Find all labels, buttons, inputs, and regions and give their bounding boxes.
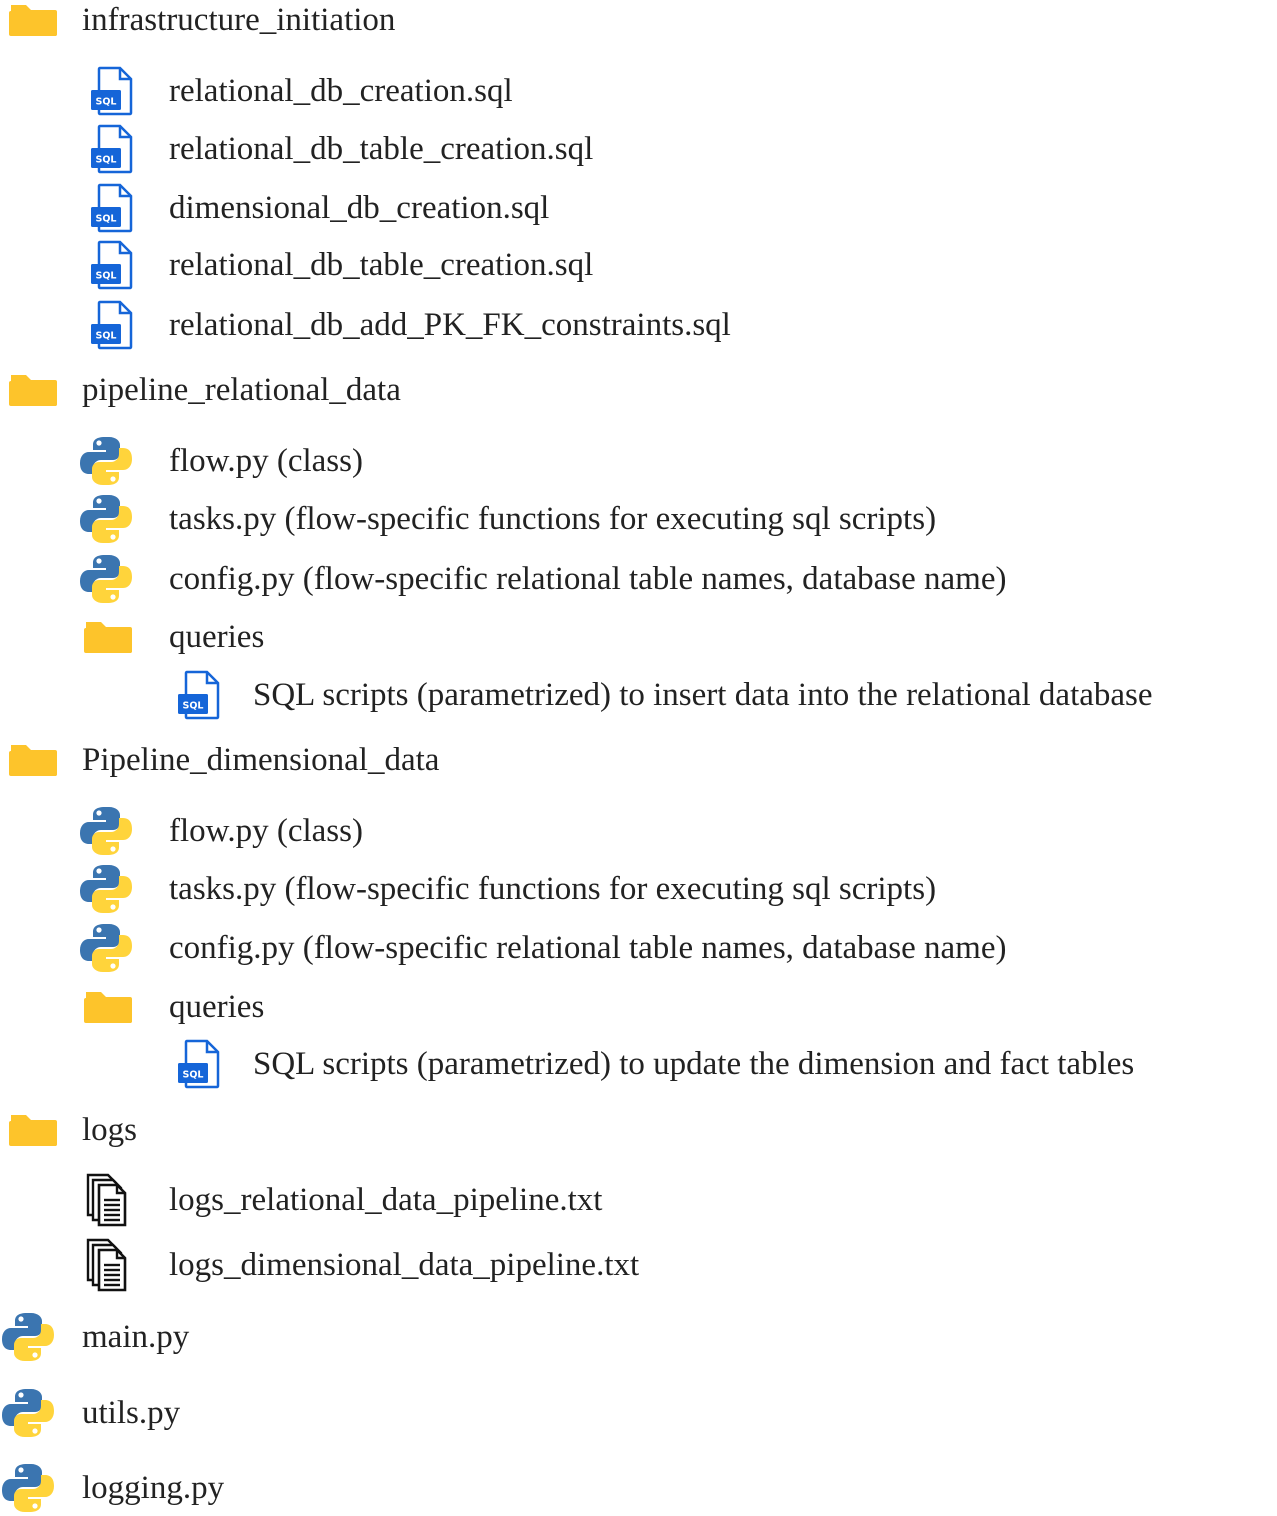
sql-file-icon: SQL [86,63,142,119]
file-name: SQL scripts (parametrized) to update the… [253,1046,1135,1082]
folder-icon [5,362,61,418]
folder-name: Pipeline_dimensional_data [82,742,440,778]
python-file-icon [0,1385,56,1441]
sql-file-icon: SQL [86,237,142,293]
tree-file-row: flow.py (class) [0,433,1277,489]
folder-name: pipeline_relational_data [82,372,401,408]
sql-file-icon: SQL [86,180,142,236]
sql-file-icon: SQL [173,667,229,723]
tree-file-row: SQL relational_db_creation.sql [0,63,1277,119]
python-file-icon [0,1309,56,1365]
file-name: tasks.py (flow-specific functions for ex… [169,501,937,537]
svg-text:SQL: SQL [96,331,117,342]
tree-file-row: logs_dimensional_data_pipeline.txt [0,1237,1277,1293]
svg-text:SQL: SQL [96,155,117,166]
tree-file-row: tasks.py (flow-specific functions for ex… [0,491,1277,547]
svg-text:SQL: SQL [96,271,117,282]
python-file-icon [78,433,134,489]
python-file-icon [78,920,134,976]
tree-folder-row: logs [0,1102,1277,1158]
tree-file-row: SQL relational_db_add_PK_FK_constraints.… [0,297,1277,353]
tree-file-row: SQL dimensional_db_creation.sql [0,180,1277,236]
folder-icon [80,609,136,665]
file-name: logs_dimensional_data_pipeline.txt [169,1247,640,1283]
tree-file-row: tasks.py (flow-specific functions for ex… [0,861,1277,917]
file-name: flow.py (class) [169,813,363,849]
svg-text:SQL: SQL [96,97,117,108]
sql-file-icon: SQL [173,1036,229,1092]
file-name: logging.py [82,1470,225,1506]
svg-text:SQL: SQL [183,701,204,712]
tree-file-row: main.py [0,1309,1277,1365]
folder-name: queries [169,619,265,655]
folder-icon [5,732,61,788]
file-name: config.py (flow-specific relational tabl… [169,561,1007,597]
tree-folder-row: queries [0,979,1277,1035]
file-name: SQL scripts (parametrized) to insert dat… [253,677,1153,713]
file-name: utils.py [82,1395,181,1431]
sql-file-icon: SQL [86,121,142,177]
python-file-icon [78,861,134,917]
python-file-icon [78,803,134,859]
folder-name: logs [82,1112,138,1148]
file-name: relational_db_creation.sql [169,73,513,109]
tree-file-row: logs_relational_data_pipeline.txt [0,1172,1277,1228]
tree-file-row: SQL SQL scripts (parametrized) to insert… [0,667,1277,723]
file-name: dimensional_db_creation.sql [169,190,550,226]
tree-folder-row: queries [0,609,1277,665]
file-name: config.py (flow-specific relational tabl… [169,930,1007,966]
file-name: relational_db_table_creation.sql [169,247,594,283]
tree-folder-row: Pipeline_dimensional_data [0,732,1277,788]
folder-icon [5,1102,61,1158]
folder-icon [5,0,61,48]
tree-file-row: SQL relational_db_table_creation.sql [0,237,1277,293]
sql-file-icon: SQL [86,297,142,353]
python-file-icon [78,491,134,547]
file-name: relational_db_table_creation.sql [169,131,594,167]
python-file-icon [78,551,134,607]
svg-text:SQL: SQL [96,214,117,225]
folder-name: infrastructure_initiation [82,2,396,38]
tree-folder-row: pipeline_relational_data [0,362,1277,418]
folder-name: queries [169,989,265,1025]
file-name: flow.py (class) [169,443,363,479]
tree-file-row: utils.py [0,1385,1277,1441]
file-name: main.py [82,1319,190,1355]
tree-file-row: SQL SQL scripts (parametrized) to update… [0,1036,1277,1092]
tree-file-row: SQL relational_db_table_creation.sql [0,121,1277,177]
tree-file-row: config.py (flow-specific relational tabl… [0,920,1277,976]
tree-file-row: config.py (flow-specific relational tabl… [0,551,1277,607]
svg-text:SQL: SQL [183,1070,204,1081]
file-name: tasks.py (flow-specific functions for ex… [169,871,937,907]
file-name: relational_db_add_PK_FK_constraints.sql [169,307,731,343]
tree-file-row: flow.py (class) [0,803,1277,859]
file-name: logs_relational_data_pipeline.txt [169,1182,603,1218]
text-file-icon [78,1172,134,1228]
folder-icon [80,979,136,1035]
text-file-icon [78,1237,134,1293]
tree-folder-row: infrastructure_initiation [0,0,1277,48]
